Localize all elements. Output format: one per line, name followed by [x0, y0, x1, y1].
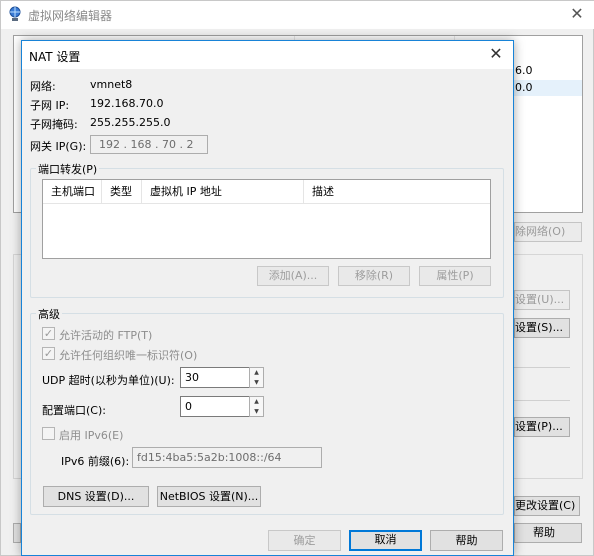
spin-down-icon[interactable]: ▼: [250, 407, 263, 417]
ipv6-prefix-field[interactable]: fd15:4ba5:5a2b:1008::/64: [132, 447, 322, 468]
list-cell: 6.0: [515, 64, 533, 77]
advanced-title: 高级: [36, 306, 62, 322]
network-value: vmnet8: [90, 78, 133, 91]
network-label: 网络:: [30, 80, 56, 93]
dialog-title: NAT 设置: [29, 50, 81, 64]
config-port-label: 配置端口(C):: [42, 404, 106, 417]
check-icon: ✓: [43, 347, 54, 360]
dhcp-settings-button[interactable]: 设置(P)...: [514, 417, 570, 437]
settings-s-label: 设置(S)...: [515, 321, 564, 334]
netbios-settings-button[interactable]: NetBIOS 设置(N)...: [157, 486, 261, 507]
gateway-ip-field[interactable]: 192 . 168 . 70 . 2: [90, 135, 208, 154]
enable-ipv6-label: 启用 IPv6(E): [59, 429, 124, 442]
allow-ftp-label: 允许活动的 FTP(T): [59, 329, 153, 342]
nat-settings-dialog: NAT 设置 ✕ 网络: vmnet8 子网 IP: 192.168.70.0 …: [21, 40, 514, 556]
add-button[interactable]: 添加(A)...: [257, 266, 329, 286]
bg-help-label: 帮助: [533, 526, 555, 539]
subnet-ip-label: 子网 IP:: [30, 99, 70, 112]
network-globe-icon: [9, 6, 21, 21]
udp-timeout-label: UDP 超时(以秒为单位)(U):: [42, 374, 175, 387]
properties-button[interactable]: 属性(P): [419, 266, 491, 286]
udp-timeout-spinner[interactable]: ▲ ▼: [249, 367, 264, 388]
udp-timeout-input[interactable]: 30: [180, 367, 250, 388]
remove-network-button[interactable]: 除网络(O): [514, 222, 582, 242]
nat-settings-button[interactable]: 设置(U)...: [514, 290, 570, 310]
check-icon: ✓: [43, 327, 54, 340]
settings-s-button[interactable]: 设置(S)...: [514, 318, 570, 338]
divider: [514, 400, 570, 401]
column-header-vm-ip[interactable]: 虚拟机 IP 地址: [142, 180, 304, 204]
subnet-ip-value: 192.168.70.0: [90, 97, 164, 110]
bg-close-icon[interactable]: ✕: [567, 5, 587, 23]
bg-titlebar: 虚拟网络编辑器 ✕: [1, 1, 594, 29]
dialog-titlebar: NAT 设置 ✕: [22, 41, 513, 69]
dns-settings-button[interactable]: DNS 设置(D)...: [43, 486, 149, 507]
allow-ftp-checkbox[interactable]: ✓: [42, 327, 55, 340]
port-forwarding-table[interactable]: 主机端口 类型 虚拟机 IP 地址 描述: [42, 179, 491, 259]
spin-down-icon[interactable]: ▼: [250, 378, 263, 388]
list-cell: 0.0: [515, 81, 533, 94]
ipv6-prefix-label: IPv6 前缀(6):: [61, 455, 130, 468]
remove-button[interactable]: 移除(R): [338, 266, 410, 286]
column-header-type[interactable]: 类型: [102, 180, 142, 204]
close-icon[interactable]: ✕: [484, 44, 508, 64]
settings-p-label: 设置(P)...: [515, 420, 563, 433]
divider: [514, 367, 570, 368]
change-settings-label: 更改设置(C): [515, 499, 576, 512]
spin-up-icon[interactable]: ▲: [250, 397, 263, 407]
cancel-button[interactable]: 取消: [349, 530, 422, 551]
change-settings-button[interactable]: 更改设置(C): [514, 496, 580, 516]
nat-settings-label: 设置(U)...: [515, 293, 565, 306]
port-forwarding-title: 端口转发(P): [36, 161, 100, 177]
subnet-mask-label: 子网掩码:: [30, 118, 78, 131]
column-header-description[interactable]: 描述: [304, 180, 491, 204]
config-port-input[interactable]: 0: [180, 396, 250, 417]
config-port-spinner[interactable]: ▲ ▼: [249, 396, 264, 417]
gateway-ip-label: 网关 IP(G):: [30, 140, 87, 153]
ok-button[interactable]: 确定: [268, 530, 341, 551]
bg-help-button[interactable]: 帮助: [514, 523, 582, 543]
subnet-mask-value: 255.255.255.0: [90, 116, 171, 129]
help-button[interactable]: 帮助: [430, 530, 503, 551]
enable-ipv6-checkbox[interactable]: [42, 427, 55, 440]
allow-oui-label: 允许任何组织唯一标识符(O): [59, 349, 198, 362]
allow-oui-checkbox[interactable]: ✓: [42, 347, 55, 360]
remove-network-label: 除网络(O): [515, 225, 566, 238]
bg-window-title: 虚拟网络编辑器: [28, 9, 113, 23]
bg-partial-button[interactable]: [13, 523, 21, 543]
column-header-host-port[interactable]: 主机端口: [43, 180, 102, 204]
spin-up-icon[interactable]: ▲: [250, 368, 263, 378]
